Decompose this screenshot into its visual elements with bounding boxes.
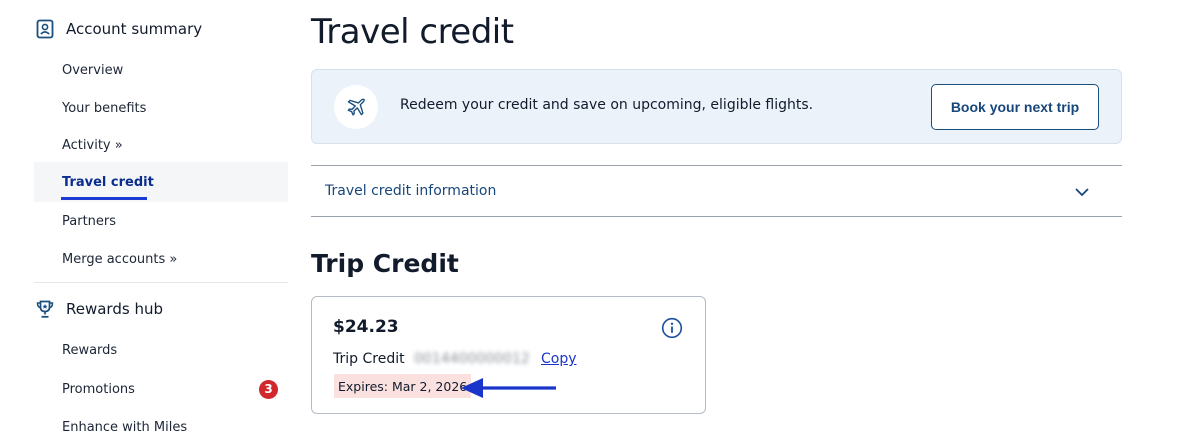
chevron-down-icon [1075, 188, 1089, 197]
sidebar-item-overview[interactable]: Overview [34, 52, 288, 88]
accordion-label: Travel credit information [325, 183, 497, 199]
rewards-hub-heading[interactable]: Rewards hub [34, 298, 163, 320]
sidebar-item-label: Promotions [62, 381, 135, 397]
sidebar-item-your-benefits[interactable]: Your benefits [34, 90, 288, 126]
airplane-icon [334, 85, 378, 129]
active-indicator [61, 197, 147, 200]
annotation-arrow-icon [461, 378, 556, 398]
banner-message: Redeem your credit and save on upcoming,… [400, 97, 814, 113]
sidebar-item-label: Overview [62, 62, 124, 78]
sidebar-item-label: Rewards [62, 342, 118, 358]
sidebar-item-label: Partners [62, 213, 117, 229]
credit-amount: $24.23 [333, 317, 399, 337]
sidebar-item-label: Your benefits [62, 100, 147, 116]
notification-badge: 3 [259, 379, 278, 399]
sidebar-divider [34, 282, 288, 283]
page-title: Travel credit [311, 12, 514, 52]
sidebar-item-label: Enhance with Miles [62, 419, 188, 435]
rewards-hub-label: Rewards hub [66, 300, 163, 318]
account-summary-heading[interactable]: Account summary [34, 18, 202, 40]
info-icon[interactable] [661, 317, 683, 339]
account-card-icon [34, 18, 56, 40]
trip-credit-heading: Trip Credit [311, 249, 459, 278]
sidebar-item-activity[interactable]: Activity » [34, 127, 288, 163]
sidebar-item-merge-accounts[interactable]: Merge accounts » [34, 241, 288, 277]
credit-label: Trip Credit [333, 351, 405, 367]
sidebar-item-label: Travel credit [62, 174, 154, 190]
sidebar-item-rewards[interactable]: Rewards [34, 332, 288, 368]
copy-link[interactable]: Copy [541, 351, 577, 367]
account-summary-label: Account summary [66, 20, 203, 38]
redeem-banner: Redeem your credit and save on upcoming,… [311, 69, 1122, 144]
sidebar-item-label: Merge accounts » [62, 251, 178, 267]
trophy-icon [34, 298, 56, 320]
book-next-trip-button[interactable]: Book your next trip [931, 84, 1099, 130]
sidebar: Account summary Overview Your benefits A… [34, 0, 288, 447]
sidebar-item-label: Activity » [62, 137, 123, 153]
sidebar-item-partners[interactable]: Partners [34, 203, 288, 239]
credit-number: 0014400000012 [414, 351, 530, 367]
expiration-date: Expires: Mar 2, 2026 [334, 374, 472, 398]
sidebar-item-travel-credit[interactable]: Travel credit [34, 162, 288, 202]
sidebar-item-enhance-with-miles[interactable]: Enhance with Miles [34, 409, 288, 445]
sidebar-item-promotions[interactable]: Promotions 3 [34, 371, 288, 407]
travel-credit-info-accordion[interactable]: Travel credit information [311, 165, 1122, 217]
